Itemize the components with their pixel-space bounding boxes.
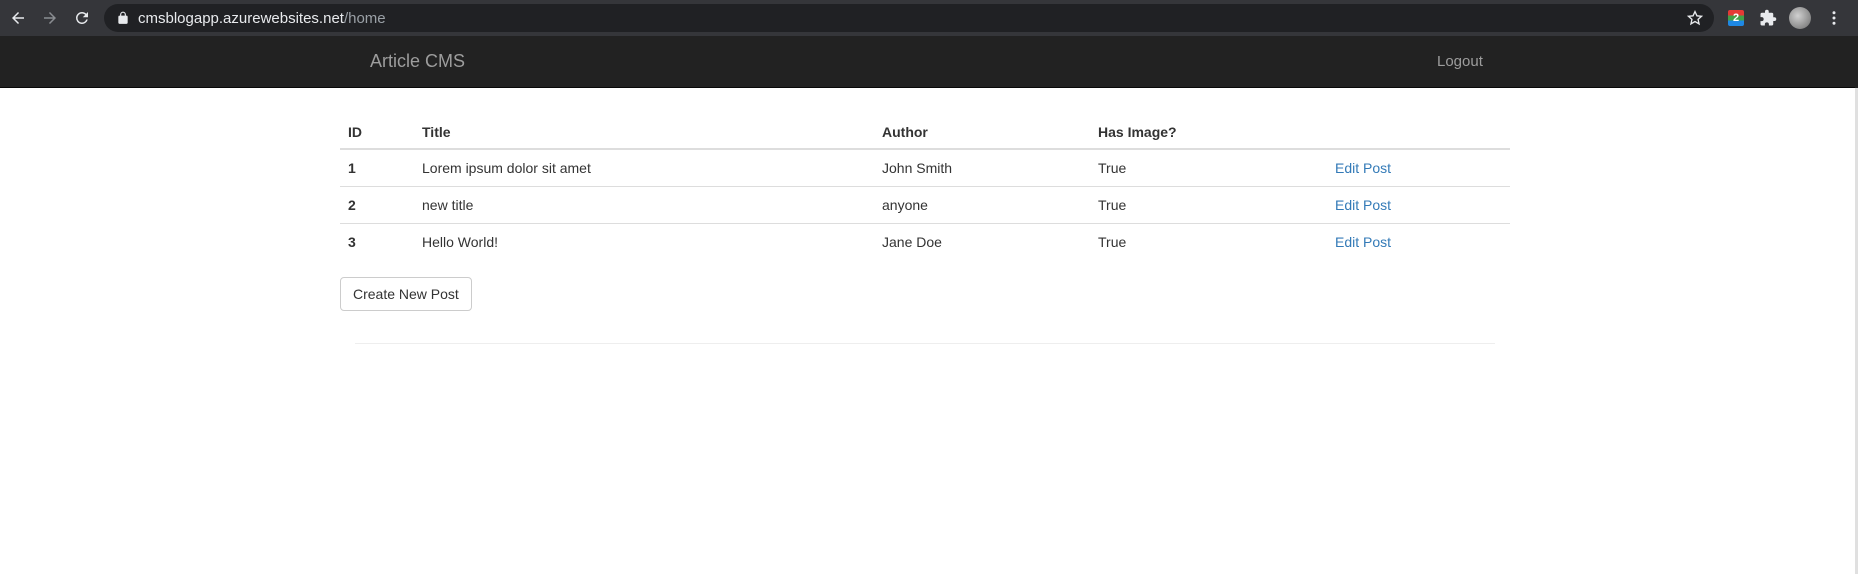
cell-action: Edit Post [1327,222,1510,260]
table-row: 1 Lorem ipsum dolor sit amet John Smith … [340,149,1510,186]
extensions-puzzle-icon[interactable] [1757,7,1779,29]
cell-has-image: True [1090,185,1327,223]
cell-id: 3 [340,222,414,260]
table-header-row: ID Title Author Has Image? [340,110,1510,150]
lock-icon [118,11,128,24]
table-row: 2 new title anyone True Edit Post [340,185,1510,223]
cell-author: John Smith [882,159,953,176]
column-header-title: Title [414,110,874,150]
column-header-actions [1327,110,1510,150]
cell-id: 1 [348,159,356,176]
profile-avatar[interactable] [1789,7,1811,29]
address-bar[interactable]: cmsblogapp.azurewebsites.net/home [104,4,1714,32]
brand-link[interactable]: Article CMS [370,51,465,72]
app-navbar: Article CMS Logout [0,36,1856,88]
url-text: cmsblogapp.azurewebsites.net/home [138,10,386,27]
cell-id: 2 [340,185,414,223]
star-icon[interactable] [1686,9,1704,27]
edit-post-link[interactable]: Edit Post [1335,197,1391,213]
arrow-right-icon [44,12,56,24]
table-row: 3 Hello World! Jane Doe True Edit Post [340,222,1510,260]
extension-badge-icon[interactable]: 2 [1725,7,1747,29]
cell-author: Jane Doe [874,222,1090,260]
cell-author: anyone [874,185,1090,223]
browser-toolbar: cmsblogapp.azurewebsites.net/home 2 [0,0,1858,36]
main-content: ID Title Author Has Image? 1 Lorem ipsum… [340,110,1510,311]
create-new-post-button[interactable]: Create New Post [340,277,472,311]
column-header-id: ID [340,110,414,150]
edit-post-link[interactable]: Edit Post [1335,234,1391,250]
footer-divider [355,343,1495,344]
cell-action: Edit Post [1327,149,1510,186]
column-header-author: Author [874,110,1090,150]
column-header-has-image: Has Image? [1090,110,1327,150]
edit-post-link[interactable]: Edit Post [1335,160,1391,176]
forward-button[interactable] [38,6,62,30]
cell-title: Hello World! [414,222,874,260]
reload-button[interactable] [70,6,94,30]
cell-action: Edit Post [1327,185,1510,223]
arrow-left-icon [12,12,24,24]
url-host: cmsblogapp.azurewebsites.net [138,10,344,27]
extension-badge-count: 2 [1732,12,1740,24]
cell-title: new title [414,185,874,223]
cell-title: Lorem ipsum dolor sit amet [422,159,591,176]
logout-link[interactable]: Logout [1437,53,1483,70]
cell-has-image: True [1098,159,1127,176]
back-button[interactable] [6,6,30,30]
reload-icon [75,11,88,24]
url-path: /home [343,10,386,27]
cell-has-image: True [1090,222,1327,260]
menu-kebab-icon[interactable] [1823,7,1845,29]
posts-table: ID Title Author Has Image? 1 Lorem ipsum… [340,110,1510,260]
